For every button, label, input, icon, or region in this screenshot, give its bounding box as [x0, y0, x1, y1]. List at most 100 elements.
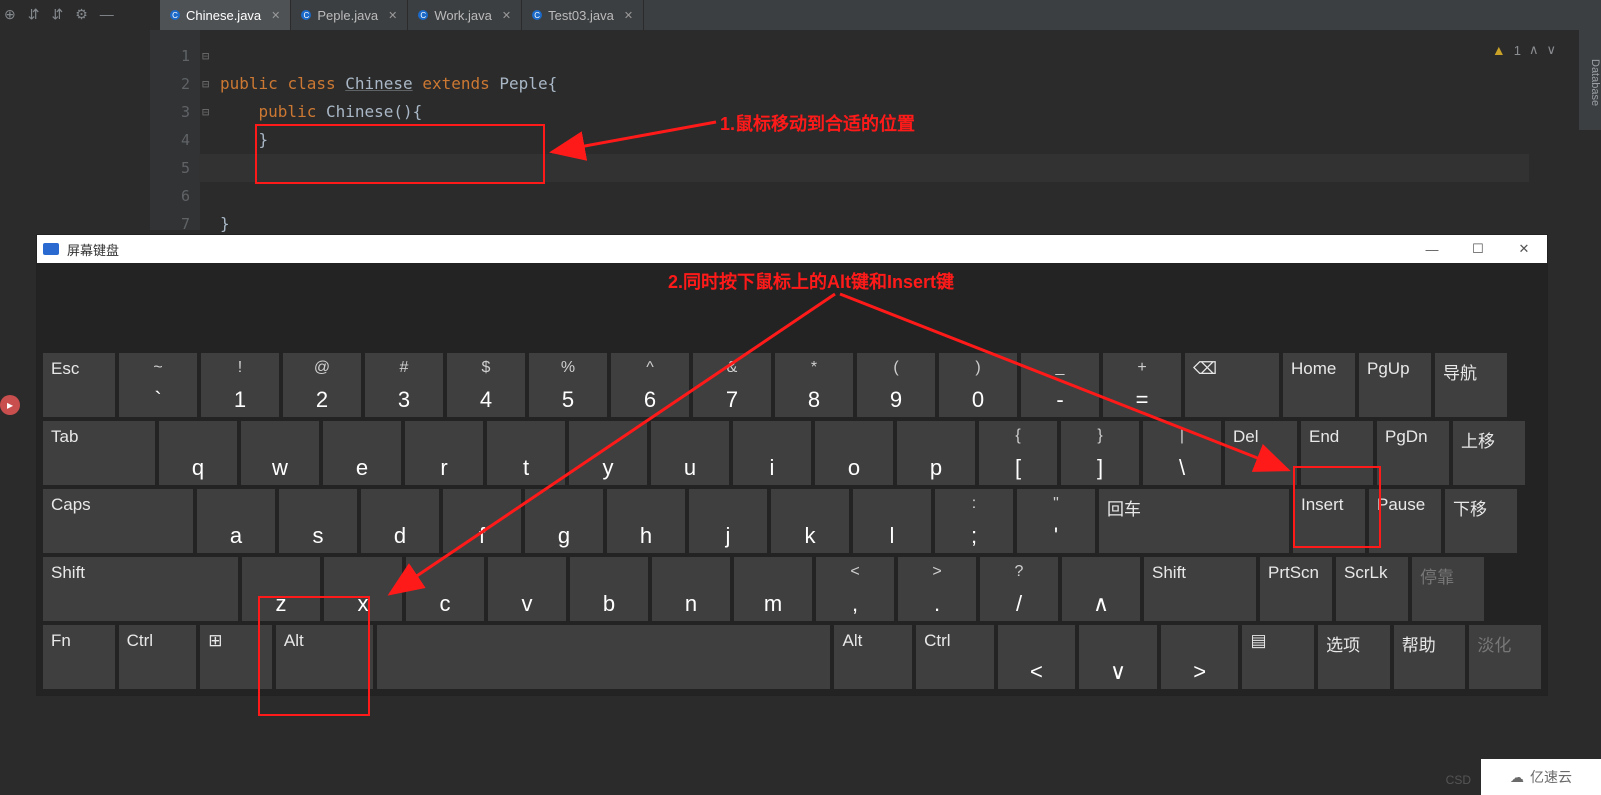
- key-帮助[interactable]: 帮助: [1394, 625, 1466, 689]
- key-<[interactable]: <: [998, 625, 1076, 689]
- icon-add[interactable]: ⊕: [4, 6, 16, 23]
- key-Shift[interactable]: Shift: [43, 557, 238, 621]
- key-8[interactable]: *8: [775, 353, 853, 417]
- key-7[interactable]: &7: [693, 353, 771, 417]
- close-icon[interactable]: ✕: [271, 9, 280, 22]
- key--[interactable]: _-: [1021, 353, 1099, 417]
- key-t[interactable]: t: [487, 421, 565, 485]
- key-2[interactable]: @2: [283, 353, 361, 417]
- key-.[interactable]: >.: [898, 557, 976, 621]
- key-][interactable]: }]: [1061, 421, 1139, 485]
- key-0[interactable]: )0: [939, 353, 1017, 417]
- key-w[interactable]: w: [241, 421, 319, 485]
- key-r[interactable]: r: [405, 421, 483, 485]
- key-Fn[interactable]: Fn: [43, 625, 115, 689]
- key-Home[interactable]: Home: [1283, 353, 1355, 417]
- close-icon[interactable]: ✕: [502, 9, 511, 22]
- key-ScrLk[interactable]: ScrLk: [1336, 557, 1408, 621]
- nav-down-icon[interactable]: ∨: [1546, 42, 1556, 58]
- osk-titlebar[interactable]: 屏幕键盘 — ☐ ✕: [37, 235, 1547, 263]
- key->[interactable]: >: [1161, 625, 1239, 689]
- key-选项[interactable]: 选项: [1318, 625, 1390, 689]
- key-9[interactable]: (9: [857, 353, 935, 417]
- key-5[interactable]: %5: [529, 353, 607, 417]
- key-f[interactable]: f: [443, 489, 521, 553]
- key-p[interactable]: p: [897, 421, 975, 485]
- key-a[interactable]: a: [197, 489, 275, 553]
- key-;[interactable]: :;: [935, 489, 1013, 553]
- key-Shift[interactable]: Shift: [1144, 557, 1256, 621]
- key-'[interactable]: "': [1017, 489, 1095, 553]
- key-d[interactable]: d: [361, 489, 439, 553]
- tab-peple[interactable]: CPeple.java✕: [291, 0, 408, 30]
- key-上移[interactable]: 上移: [1453, 421, 1525, 485]
- annotation-box-insert: [1293, 466, 1381, 548]
- key-[[interactable]: {[: [979, 421, 1057, 485]
- icon-sort2[interactable]: ⇵: [51, 6, 63, 23]
- key-,[interactable]: <,: [816, 557, 894, 621]
- key-\[interactable]: |\: [1143, 421, 1221, 485]
- key-Del[interactable]: Del: [1225, 421, 1297, 485]
- key-c[interactable]: c: [406, 557, 484, 621]
- key-Ctrl[interactable]: Ctrl: [916, 625, 994, 689]
- key-PgUp[interactable]: PgUp: [1359, 353, 1431, 417]
- minimize-button[interactable]: —: [1409, 235, 1455, 263]
- key-停靠[interactable]: 停靠: [1412, 557, 1484, 621]
- key-/[interactable]: ?/: [980, 557, 1058, 621]
- key-Ctrl[interactable]: Ctrl: [119, 625, 197, 689]
- key-Esc[interactable]: Esc: [43, 353, 115, 417]
- key-l[interactable]: l: [853, 489, 931, 553]
- key-space[interactable]: [377, 625, 830, 689]
- key-⌫[interactable]: ⌫: [1185, 353, 1279, 417]
- key-∨[interactable]: ∨: [1079, 625, 1157, 689]
- minus-icon[interactable]: —: [100, 6, 114, 23]
- key-4[interactable]: $4: [447, 353, 525, 417]
- key-n[interactable]: n: [652, 557, 730, 621]
- key-e[interactable]: e: [323, 421, 401, 485]
- gear-icon[interactable]: ⚙: [75, 6, 88, 23]
- key-q[interactable]: q: [159, 421, 237, 485]
- close-icon[interactable]: ✕: [388, 9, 397, 22]
- key-`[interactable]: ~`: [119, 353, 197, 417]
- key-下移[interactable]: 下移: [1445, 489, 1517, 553]
- key-1[interactable]: !1: [201, 353, 279, 417]
- key-b[interactable]: b: [570, 557, 648, 621]
- tab-chinese[interactable]: CChinese.java✕: [160, 0, 291, 30]
- warning-icon[interactable]: ▲: [1492, 42, 1506, 58]
- key-=[interactable]: +=: [1103, 353, 1181, 417]
- close-icon[interactable]: ✕: [624, 9, 633, 22]
- key-Alt[interactable]: Alt: [834, 625, 912, 689]
- key-∧[interactable]: ∧: [1062, 557, 1140, 621]
- key-淡化[interactable]: 淡化: [1469, 625, 1541, 689]
- key-导航[interactable]: 导航: [1435, 353, 1507, 417]
- key-s[interactable]: s: [279, 489, 357, 553]
- key-g[interactable]: g: [525, 489, 603, 553]
- key-PrtScn[interactable]: PrtScn: [1260, 557, 1332, 621]
- icon-sort1[interactable]: ⇵: [28, 6, 40, 23]
- nav-up-icon[interactable]: ∧: [1529, 42, 1539, 58]
- key-y[interactable]: y: [569, 421, 647, 485]
- key-i[interactable]: i: [733, 421, 811, 485]
- database-toolwindow[interactable]: Database: [1579, 30, 1601, 130]
- maximize-button[interactable]: ☐: [1455, 235, 1501, 263]
- tab-work[interactable]: CWork.java✕: [408, 0, 522, 30]
- tab-test03[interactable]: CTest03.java✕: [522, 0, 644, 30]
- key-回车[interactable]: 回车: [1099, 489, 1289, 553]
- java-icon: C: [532, 10, 542, 20]
- close-button[interactable]: ✕: [1501, 235, 1547, 263]
- fold-column[interactable]: ⊟⊟⊟: [202, 42, 209, 238]
- key-6[interactable]: ^6: [611, 353, 689, 417]
- key-k[interactable]: k: [771, 489, 849, 553]
- key-Caps[interactable]: Caps: [43, 489, 193, 553]
- key-h[interactable]: h: [607, 489, 685, 553]
- key-j[interactable]: j: [689, 489, 767, 553]
- key-3[interactable]: #3: [365, 353, 443, 417]
- key-u[interactable]: u: [651, 421, 729, 485]
- key-m[interactable]: m: [734, 557, 812, 621]
- key-v[interactable]: v: [488, 557, 566, 621]
- run-badge-icon[interactable]: ▸: [0, 395, 20, 415]
- key-Tab[interactable]: Tab: [43, 421, 155, 485]
- key-▤[interactable]: ▤: [1242, 625, 1314, 689]
- key-PgDn[interactable]: PgDn: [1377, 421, 1449, 485]
- key-o[interactable]: o: [815, 421, 893, 485]
